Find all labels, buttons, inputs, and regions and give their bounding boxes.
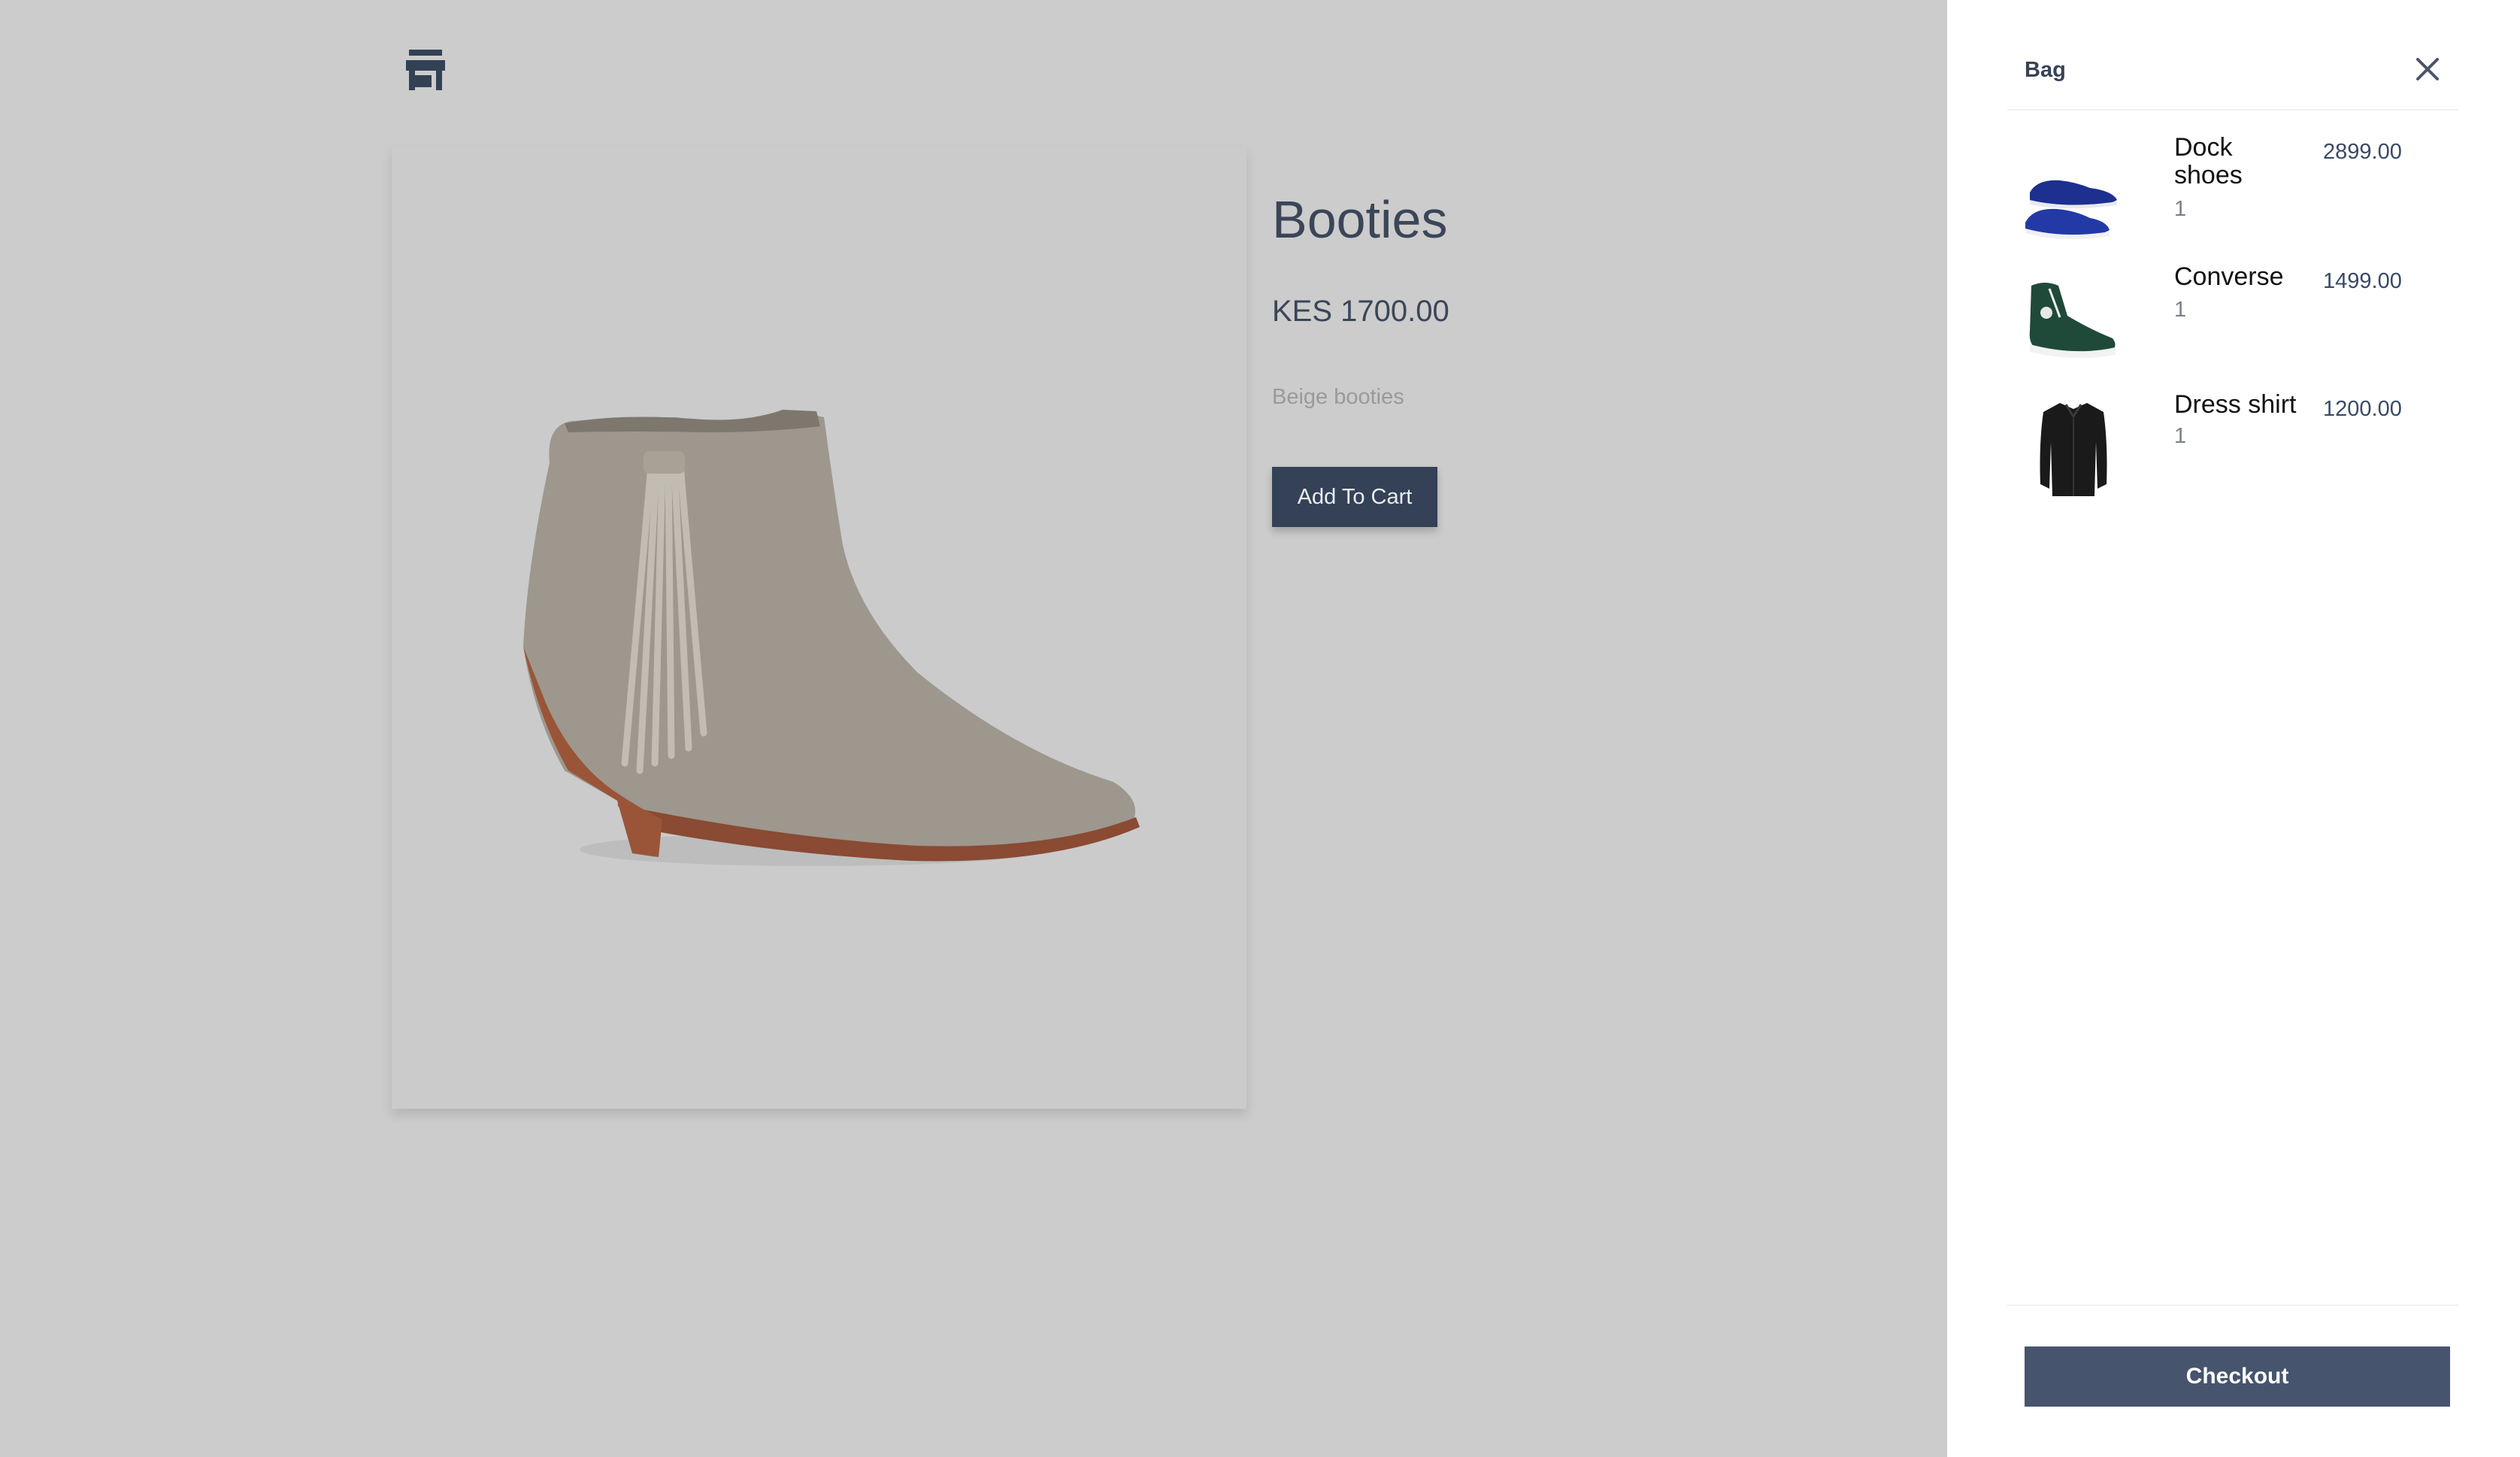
bag-item-price: 1499.00	[2323, 269, 2402, 293]
bag-item[interactable]: Dress shirt 1 1200.00	[2022, 391, 2443, 504]
storefront-page: Booties KES 1700.00 Beige booties Add To…	[0, 0, 1947, 1457]
dress-shirt-thumbnail	[2022, 391, 2125, 504]
bag-item-name: Dress shirt	[2174, 390, 2297, 419]
checkout-button[interactable]: Checkout	[2025, 1346, 2450, 1407]
product-description: Beige booties	[1272, 385, 1404, 409]
bag-title: Bag	[2025, 58, 2066, 82]
bag-header: Bag	[2007, 0, 2458, 111]
product-price: KES 1700.00	[1272, 295, 1449, 328]
bag-footer-divider	[2007, 1304, 2458, 1306]
dock-shoes-thumbnail	[2022, 134, 2125, 247]
bag-item[interactable]: Converse 1 1499.00	[2022, 263, 2443, 376]
bag-drawer: Bag Dock shoes 1 2899.00 Converse 1 1499…	[1947, 0, 2520, 1457]
product-image-card	[392, 147, 1246, 1109]
bag-item-price: 2899.00	[2323, 140, 2402, 164]
bag-item-qty: 1	[2174, 298, 2187, 322]
bag-item-qty: 1	[2174, 197, 2187, 221]
close-icon[interactable]	[2413, 55, 2442, 83]
bag-item-qty: 1	[2174, 424, 2187, 448]
bootie-image	[523, 410, 1140, 866]
bag-item-name: Converse	[2174, 262, 2284, 291]
product-title: Booties	[1272, 190, 1448, 249]
bag-item[interactable]: Dock shoes 1 2899.00	[2022, 134, 2443, 247]
store-icon[interactable]	[404, 50, 447, 90]
bag-item-name: Dock shoes	[2174, 133, 2243, 189]
bag-item-price: 1200.00	[2323, 397, 2402, 421]
add-to-cart-button[interactable]: Add To Cart	[1272, 467, 1437, 527]
converse-thumbnail	[2022, 263, 2125, 376]
